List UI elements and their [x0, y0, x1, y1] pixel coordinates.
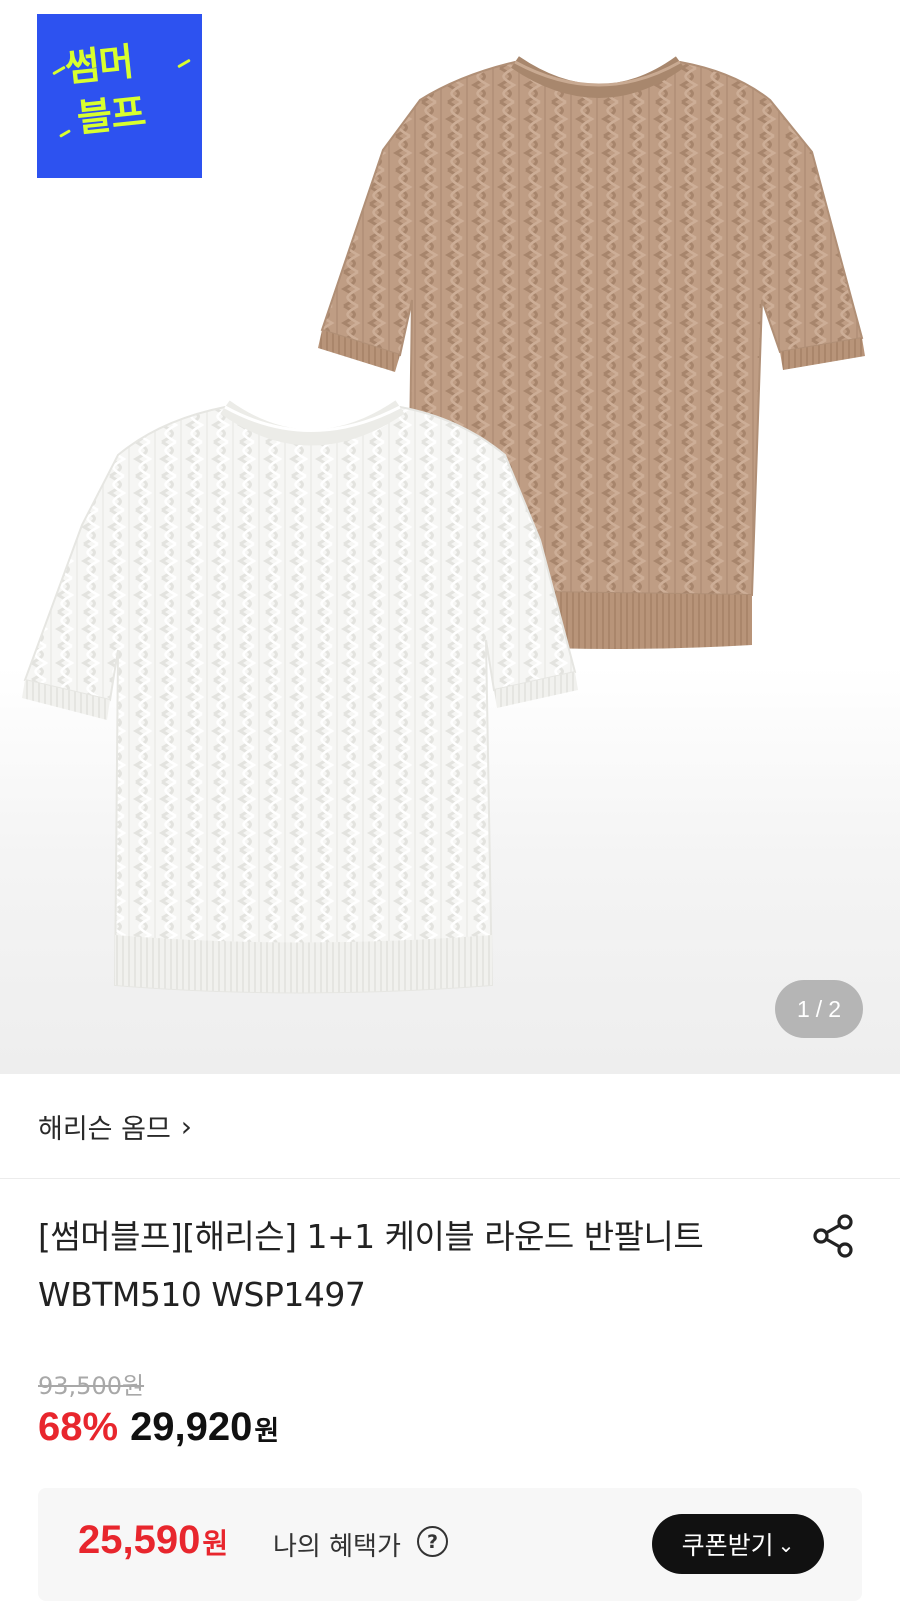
badge-text-line2: 블프	[74, 89, 148, 141]
coupon-button-label: 쿠폰받기	[681, 1531, 774, 1560]
badge-spark-icon	[177, 58, 191, 69]
sale-price: 29,920	[130, 1405, 253, 1449]
brand-link[interactable]: 해리슨 옴므 ›	[0, 1074, 900, 1179]
price-row: 68% 29,920 원	[38, 1405, 279, 1450]
benefit-label: 나의 혜택가	[273, 1532, 401, 1562]
question-circle-icon[interactable]: ?	[417, 1526, 448, 1557]
badge-spark-icon	[52, 65, 66, 76]
benefit-price: 25,590 원	[78, 1518, 228, 1563]
benefit-price-box: 25,590 원 나의 혜택가 ? 쿠폰받기 ⌄	[38, 1488, 862, 1601]
chevron-down-icon: ⌄	[777, 1533, 795, 1557]
total-pages: 2	[828, 995, 841, 1022]
page-separator: /	[815, 995, 823, 1022]
summer-black-friday-badge: 썸머 블프	[37, 14, 202, 178]
share-button[interactable]	[810, 1213, 856, 1259]
get-coupon-button[interactable]: 쿠폰받기 ⌄	[652, 1514, 824, 1574]
current-page: 1	[797, 995, 810, 1022]
chevron-right-icon: ›	[180, 1109, 192, 1143]
white-sweater	[22, 400, 578, 994]
sale-price-currency: 원	[254, 1416, 280, 1447]
benefit-amount: 25,590	[78, 1518, 201, 1562]
share-icon	[813, 1214, 853, 1258]
original-price: 93,500원	[38, 1372, 145, 1400]
badge-spark-icon	[59, 129, 71, 138]
discount-rate: 68%	[38, 1405, 119, 1449]
benefit-currency: 원	[202, 1527, 229, 1560]
brand-name: 해리슨 옴므	[38, 1113, 171, 1145]
badge-text-line1: 썸머	[62, 39, 136, 91]
image-page-indicator: 1 / 2	[775, 980, 863, 1038]
product-title: [썸머블프][해리슨] 1+1 케이블 라운드 반팔니트 WBTM510 WSP…	[38, 1217, 704, 1314]
product-image-gallery[interactable]: 썸머 블프 1 / 2	[0, 0, 900, 1074]
